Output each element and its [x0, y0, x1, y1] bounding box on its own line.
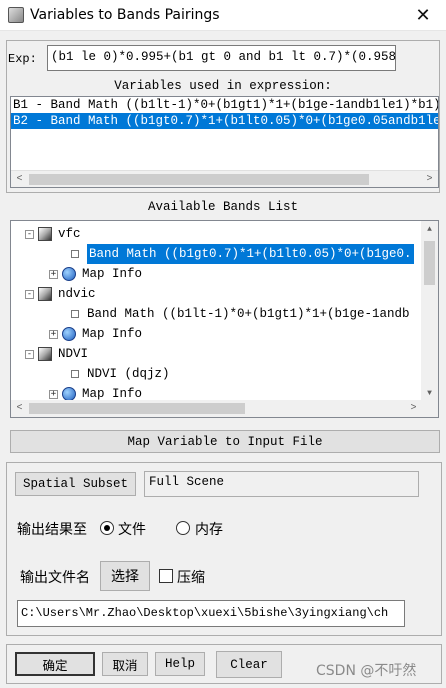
tree-band-label: Band Math ((b1lt-1)*0+(b1gt1)*1+(b1ge-1a…: [87, 307, 410, 321]
tree-file-label: ndvic: [58, 287, 96, 301]
collapse-icon[interactable]: -: [25, 229, 34, 239]
scroll-up-icon[interactable]: ▲: [421, 221, 438, 238]
band-icon: [71, 370, 79, 378]
output-to-label: 输出结果至: [17, 522, 87, 538]
raster-file-icon: [38, 347, 52, 361]
tree-horizontal-scrollbar[interactable]: < >: [11, 400, 422, 417]
variables-horizontal-scrollbar[interactable]: < >: [11, 170, 438, 187]
radio-file-label[interactable]: 文件: [118, 519, 146, 539]
scroll-right-icon[interactable]: >: [421, 171, 438, 188]
tree-mapinfo-label: Map Info: [82, 267, 143, 281]
radio-memory-label[interactable]: 内存: [195, 519, 223, 539]
help-button[interactable]: Help: [155, 652, 205, 676]
title-bar: Variables to Bands Pairings ✕: [0, 0, 446, 31]
scroll-track[interactable]: [28, 171, 421, 188]
collapse-icon[interactable]: -: [25, 289, 34, 299]
expression-label: Exp:: [8, 52, 37, 66]
map-variable-button[interactable]: Map Variable to Input File: [10, 430, 440, 453]
window-title: Variables to Bands Pairings: [30, 7, 220, 23]
scroll-thumb[interactable]: [29, 403, 245, 414]
scroll-thumb[interactable]: [29, 173, 369, 185]
band-icon: [71, 310, 79, 318]
tree-band-label: Band Math ((b1gt0.7)*1+(b1lt0.05)*0+(b1g…: [87, 244, 414, 264]
tree-mapinfo-ndvic[interactable]: + Map Info: [49, 324, 142, 344]
tree-file-label: vfc: [58, 227, 81, 241]
tree-band-label: NDVI (dqjz): [87, 367, 170, 381]
tree-file-label: NDVI: [58, 347, 89, 361]
choose-file-button[interactable]: 选择: [100, 561, 150, 591]
tree-file-ndvic[interactable]: - ndvic: [25, 284, 96, 304]
output-path-field[interactable]: C:\Users\Mr.Zhao\Desktop\xuexi\5bishe\3y…: [17, 600, 405, 627]
clear-button[interactable]: Clear: [216, 651, 282, 678]
expand-icon[interactable]: +: [49, 269, 58, 279]
tree-band-ndvi[interactable]: NDVI (dqjz): [71, 364, 170, 384]
radio-file[interactable]: [100, 521, 114, 535]
band-icon: [71, 250, 79, 258]
tree-mapinfo-vfc[interactable]: + Map Info: [49, 264, 142, 284]
globe-icon: [62, 387, 76, 401]
expand-icon[interactable]: +: [49, 389, 58, 399]
compress-label[interactable]: 压缩: [177, 567, 205, 587]
scroll-thumb[interactable]: [424, 241, 435, 285]
cancel-button[interactable]: 取消: [102, 652, 148, 676]
tree-band-ndvic[interactable]: Band Math ((b1lt-1)*0+(b1gt1)*1+(b1ge-1a…: [71, 304, 410, 324]
variables-header: Variables used in expression:: [114, 79, 332, 93]
globe-icon: [62, 327, 76, 341]
ok-button[interactable]: 确定: [15, 652, 95, 676]
subset-value: Full Scene: [144, 471, 419, 497]
radio-memory[interactable]: [176, 521, 190, 535]
variable-row-b2[interactable]: B2 - Band Math ((b1gt0.7)*1+(b1lt0.05)*0…: [11, 113, 438, 129]
expand-icon[interactable]: +: [49, 329, 58, 339]
scrollbar-corner: [421, 400, 438, 417]
compress-checkbox[interactable]: [159, 569, 173, 583]
scroll-track[interactable]: [28, 400, 405, 417]
bands-tree[interactable]: - vfc Band Math ((b1gt0.7)*1+(b1lt0.05)*…: [10, 220, 439, 418]
variable-row-b1[interactable]: B1 - Band Math ((b1lt-1)*0+(b1gt1)*1+(b1…: [11, 97, 438, 113]
app-icon: [8, 7, 24, 23]
scroll-right-icon[interactable]: >: [405, 400, 422, 417]
filename-label: 输出文件名: [20, 570, 90, 586]
scroll-left-icon[interactable]: <: [11, 400, 28, 417]
variables-list[interactable]: B1 - Band Math ((b1lt-1)*0+(b1gt1)*1+(b1…: [10, 96, 439, 188]
tree-vertical-scrollbar[interactable]: ▲ ▼: [421, 221, 438, 402]
spatial-subset-button[interactable]: Spatial Subset: [15, 472, 136, 496]
bands-header: Available Bands List: [147, 200, 299, 214]
tree-mapinfo-label: Map Info: [82, 327, 143, 341]
collapse-icon[interactable]: -: [25, 349, 34, 359]
close-button[interactable]: ✕: [400, 0, 446, 31]
tree-file-ndvi[interactable]: - NDVI: [25, 344, 88, 364]
expression-field[interactable]: (b1 le 0)*0.995+(b1 gt 0 and b1 lt 0.7)*…: [47, 45, 396, 71]
tree-file-vfc[interactable]: - vfc: [25, 224, 81, 244]
scroll-left-icon[interactable]: <: [11, 171, 28, 188]
globe-icon: [62, 267, 76, 281]
raster-file-icon: [38, 227, 52, 241]
watermark: CSDN @不吁然: [316, 663, 417, 679]
raster-file-icon: [38, 287, 52, 301]
tree-band-vfc[interactable]: Band Math ((b1gt0.7)*1+(b1lt0.05)*0+(b1g…: [71, 244, 414, 264]
